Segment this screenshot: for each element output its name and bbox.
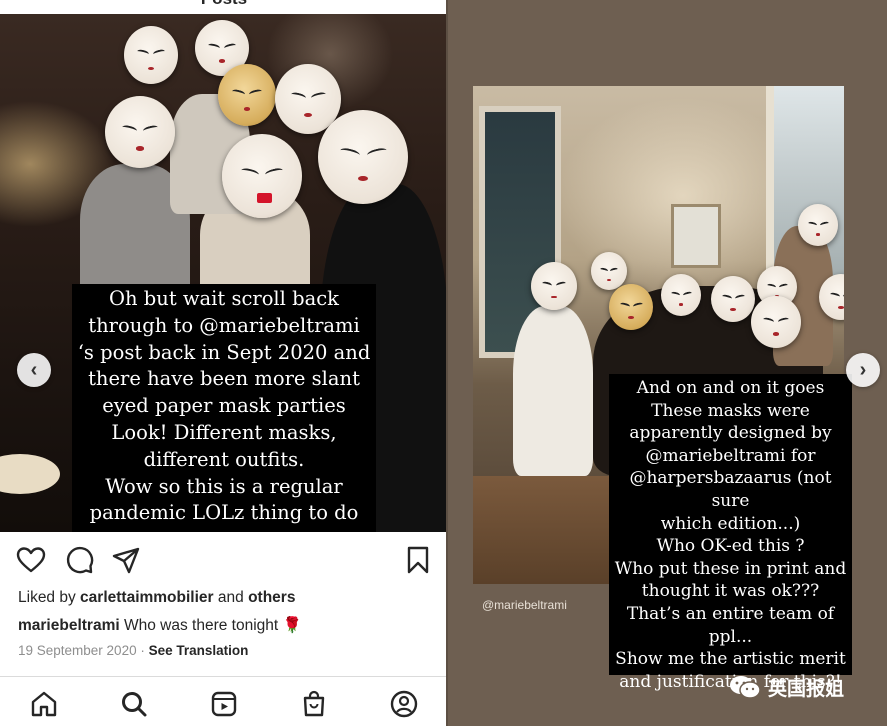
liked-by-others-link[interactable]: others [248, 589, 295, 606]
page-title: Posts [0, 0, 448, 13]
caption-line: through to @mariebeltrami [88, 313, 360, 337]
paper-mask [591, 252, 627, 290]
liked-by-prefix: Liked by [18, 589, 81, 606]
paper-mask [711, 276, 755, 322]
next-slide-button[interactable]: › [846, 353, 880, 387]
caption-line: @mariebeltrami for [645, 445, 816, 466]
paper-mask [222, 134, 302, 218]
caption-line: which edition...) [660, 513, 801, 534]
liked-by-user-link[interactable]: carlettaimmobilier [80, 589, 214, 606]
instagram-post-panel: Posts Oh but wait scroll back through to… [0, 0, 448, 726]
caption-line: @harpersbazaarus (not sure [629, 468, 832, 511]
post-meta: 19 September 2020 · See Translation [18, 643, 248, 658]
post-date: 19 September 2020 [18, 643, 137, 658]
person-figure [513, 306, 593, 476]
caption-line: Oh but wait scroll back [109, 287, 339, 310]
caption-line: These masks were [651, 400, 810, 421]
bottom-tab-bar [0, 676, 448, 726]
watermark-text: 英国报姐 [768, 677, 845, 700]
caption-line: different outfits. [143, 447, 305, 471]
caption-username-link[interactable]: mariebeltrami [18, 617, 120, 634]
heart-icon[interactable] [15, 544, 47, 576]
meta-separator: · [136, 643, 149, 658]
chevron-left-icon: ‹ [30, 358, 38, 381]
caption-line: Who OK-ed this ? [656, 536, 805, 557]
wall-painting [671, 204, 721, 268]
caption-line: there have been more slant [88, 367, 360, 391]
post-action-bar [0, 540, 448, 580]
caption-line: apparently designed by [629, 423, 832, 444]
watermark: 英国报姐 [728, 673, 844, 701]
caption-line: ppl... [708, 626, 753, 647]
caption-text: Who was there tonight 🌹 [119, 617, 302, 634]
paper-mask [609, 284, 653, 330]
liked-by-text: Liked by carlettaimmobilier and others [18, 589, 295, 607]
caption-line: Look! Different masks, [111, 420, 337, 444]
paper-mask [218, 64, 276, 126]
caption-line: ‘s post back in Sept 2020 and [77, 340, 371, 364]
chevron-right-icon: › [859, 358, 867, 381]
reels-icon[interactable] [209, 689, 239, 719]
shop-icon[interactable] [299, 689, 329, 719]
paper-mask [318, 110, 408, 204]
bookmark-icon[interactable] [402, 544, 434, 576]
story-caption-overlay: And on and on it goes These masks were a… [609, 374, 852, 692]
home-icon[interactable] [29, 689, 59, 719]
paper-mask [661, 274, 701, 316]
caption-line: And on and on it goes [636, 378, 825, 398]
hat [0, 454, 60, 494]
search-icon[interactable] [119, 689, 149, 719]
wechat-icon [730, 676, 761, 699]
post-caption: mariebeltrami Who was there tonight 🌹 [18, 616, 302, 635]
caption-line: eyed paper mask parties [102, 394, 346, 418]
paper-mask [531, 262, 577, 310]
caption-line: Wow so this is a regular [105, 474, 343, 498]
paper-mask [124, 26, 178, 84]
post-caption-overlay: Oh but wait scroll back through to @mari… [72, 284, 376, 532]
send-icon[interactable] [110, 544, 142, 576]
paper-mask [105, 96, 175, 168]
caption-line: thought it was ok??? [641, 581, 820, 602]
comment-icon[interactable] [63, 544, 95, 576]
caption-line: pandemic LOLz thing to do [89, 501, 359, 525]
liked-by-middle: and [213, 589, 249, 606]
previous-slide-button[interactable]: ‹ [17, 353, 51, 387]
see-translation-link[interactable]: See Translation [149, 643, 249, 658]
caption-line: That’s an entire team of [626, 603, 835, 624]
story-handle-tag[interactable]: @mariebeltrami [482, 598, 567, 612]
profile-icon[interactable] [389, 689, 419, 719]
caption-line: Who put these in print and [614, 558, 847, 579]
caption-line: Show me the artistic merit [615, 649, 846, 670]
paper-mask [751, 296, 801, 348]
paper-mask [798, 204, 838, 246]
